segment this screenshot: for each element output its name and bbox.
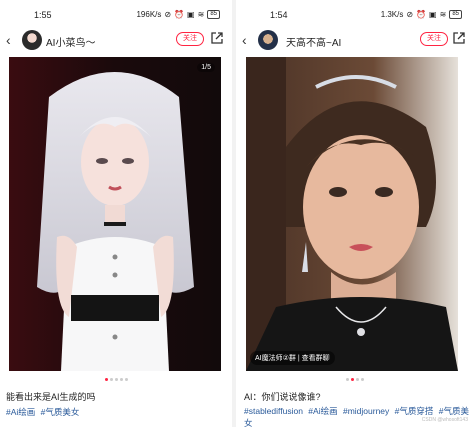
portrait-illustration	[9, 57, 221, 371]
avatar[interactable]	[258, 30, 278, 50]
share-icon[interactable]	[210, 31, 224, 45]
alarm-icon: ⏰	[416, 10, 427, 19]
battery-icon: 85	[449, 10, 462, 19]
carousel-dot	[109, 378, 113, 381]
post-image[interactable]: AI魔法师②群 | 查看群聊	[246, 57, 458, 371]
post-image[interactable]: 1/5	[9, 57, 221, 371]
carousel-indicator	[0, 378, 232, 381]
carousel-dot	[356, 378, 359, 381]
hashtag-link[interactable]: #midjourney	[343, 406, 389, 416]
author-name[interactable]: AI小菜鸟～	[46, 34, 95, 49]
image-pager: 1/5	[197, 63, 215, 72]
status-bar: 1:54 1.3K/s ⊘ ⏰ ▣ ≋ 85	[236, 10, 474, 24]
post-header: ‹ 天高不高~AI 关注	[236, 28, 474, 54]
status-time: 1:54	[270, 10, 288, 20]
status-bar: 1:55 196K/s ⊘ ⏰ ▣ ≋ 85	[0, 10, 232, 24]
sim-icon: ▣	[429, 10, 437, 19]
sim-icon: ▣	[187, 10, 195, 19]
status-icons: 1.3K/s ⊘ ⏰ ▣ ≋ 85	[381, 10, 462, 19]
mute-icon: ⊘	[164, 10, 172, 19]
carousel-dot	[114, 378, 118, 381]
post-caption: 能看出来是AI生成的吗	[6, 392, 96, 402]
mute-icon: ⊘	[406, 10, 414, 19]
hashtag-link[interactable]: #stablediffusion	[244, 406, 303, 416]
post-header: ‹ AI小菜鸟～ 关注	[0, 28, 232, 54]
hashtag-link[interactable]: #Ai绘画	[6, 407, 35, 417]
hashtag-link[interactable]: #Ai绘画	[308, 406, 337, 416]
hashtag-link[interactable]: #气质穿搭	[395, 406, 434, 416]
battery-icon: 85	[207, 10, 220, 19]
network-speed: 1.3K/s	[380, 10, 404, 19]
author-name[interactable]: 天高不高~AI	[286, 34, 341, 49]
carousel-dot	[119, 378, 123, 381]
post-caption: AI：你们说说像谁?	[244, 392, 321, 402]
status-time: 1:55	[34, 10, 52, 20]
follow-button[interactable]: 关注	[176, 32, 204, 46]
portrait-photo	[246, 57, 458, 371]
back-chevron-icon[interactable]: ‹	[6, 32, 11, 48]
share-icon[interactable]	[452, 31, 466, 45]
carousel-dot-active	[351, 378, 354, 381]
avatar[interactable]	[22, 30, 42, 50]
carousel-dot	[361, 378, 364, 381]
right-post-screen: 1:54 1.3K/s ⊘ ⏰ ▣ ≋ 85 ‹ 天高不高~AI 关注 AI魔法…	[236, 0, 474, 427]
alarm-icon: ⏰	[174, 10, 185, 19]
follow-button[interactable]: 关注	[420, 32, 448, 46]
hashtag-list: #stablediffusion #Ai绘画 #midjourney #气质穿搭…	[244, 405, 470, 427]
back-chevron-icon[interactable]: ‹	[242, 32, 247, 48]
hashtag-list: #Ai绘画 #气质美女	[6, 406, 226, 418]
carousel-dot	[124, 378, 128, 381]
carousel-dot	[346, 378, 349, 381]
carousel-indicator	[236, 378, 474, 381]
network-speed: 196K/s	[136, 10, 162, 19]
hashtag-link[interactable]: #气质美女	[41, 407, 80, 417]
status-icons: 196K/s ⊘ ⏰ ▣ ≋ 85	[136, 10, 220, 19]
group-chat-chip[interactable]: AI魔法师②群 | 查看群聊	[250, 351, 335, 365]
left-post-screen: 1:55 196K/s ⊘ ⏰ ▣ ≋ 85 ‹ AI小菜鸟～ 关注 1/5 能…	[0, 0, 232, 427]
wifi-icon: ≋	[197, 10, 205, 19]
carousel-dot-active	[104, 378, 108, 381]
wifi-icon: ≋	[439, 10, 447, 19]
watermark: CSDN @whosoft143	[421, 417, 468, 423]
